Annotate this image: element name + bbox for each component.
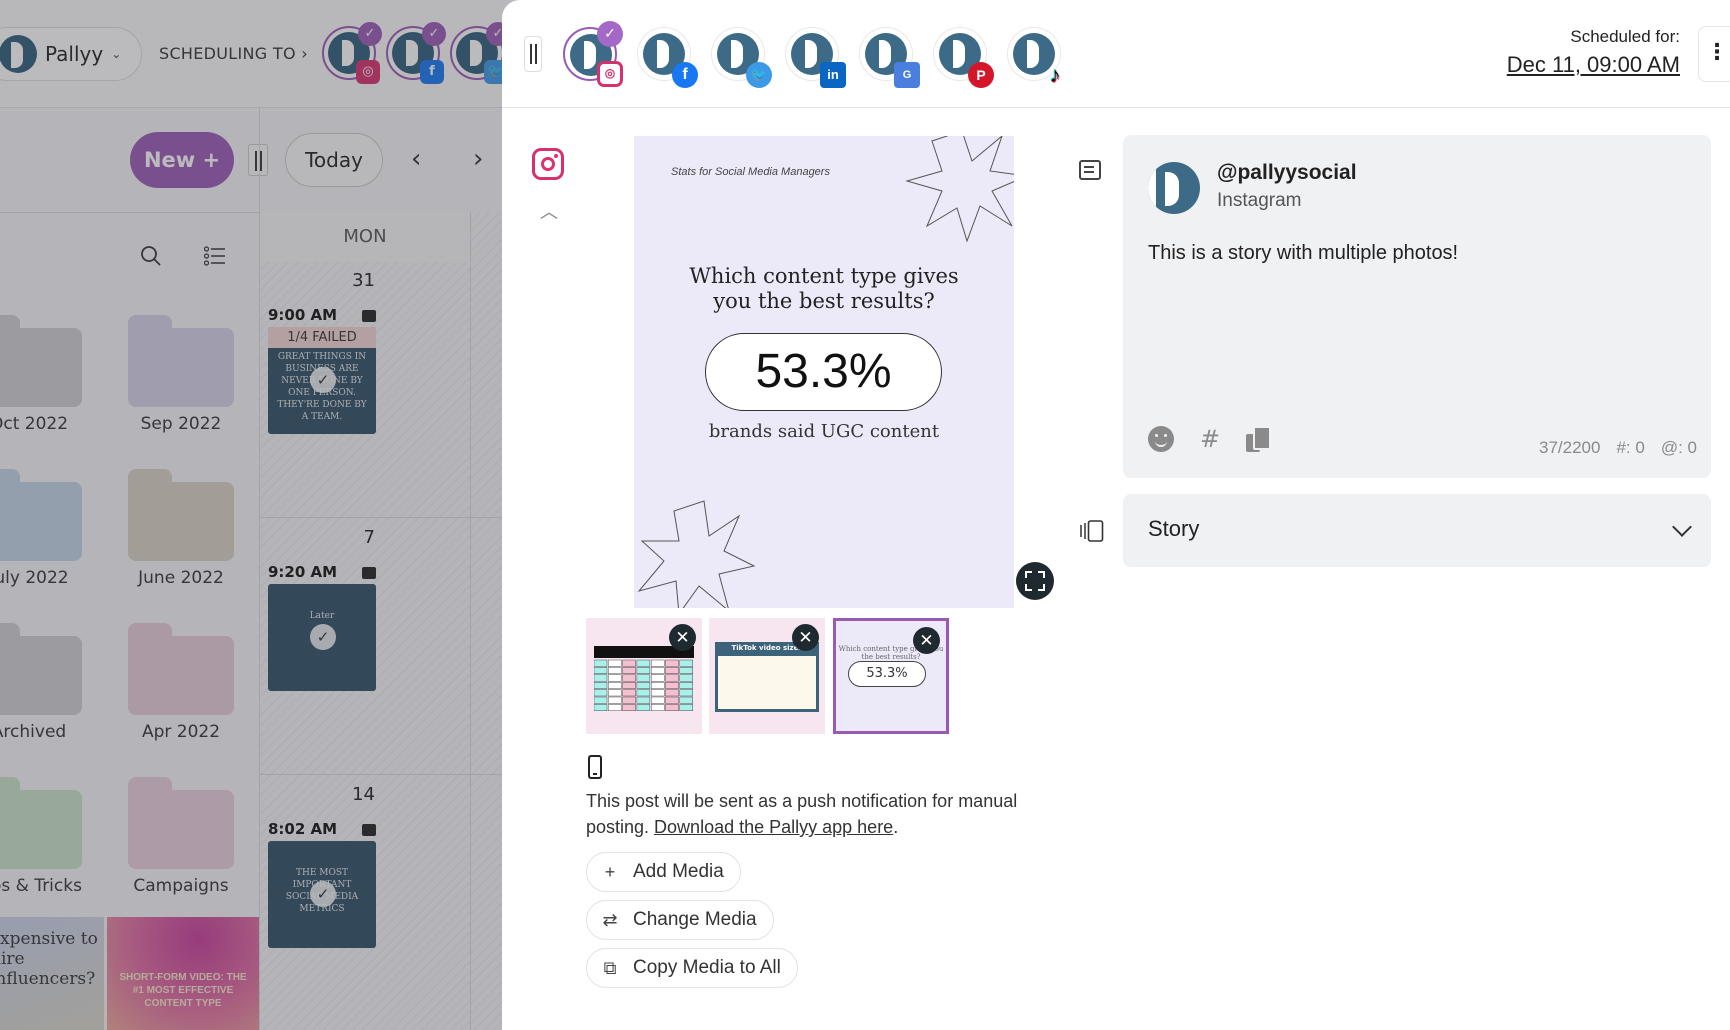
- hashtag-icon[interactable]: #: [1200, 425, 1220, 453]
- chevron-down-icon: [1672, 517, 1692, 537]
- account-facebook[interactable]: f: [637, 27, 698, 88]
- twitter-icon: 🐦: [746, 62, 772, 88]
- download-app-link[interactable]: Download the Pallyy app here: [654, 817, 893, 837]
- facebook-icon: f: [672, 62, 698, 88]
- emoji-icon[interactable]: [1148, 426, 1174, 452]
- tiktok-icon: ♪: [1049, 62, 1061, 87]
- resize-handle[interactable]: [524, 36, 542, 72]
- button-label: Change Media: [633, 909, 757, 930]
- caption-editor: @pallyysocial Instagram This is a story …: [1123, 135, 1711, 478]
- copy-media-to-all-button[interactable]: ⧉ Copy Media to All: [586, 948, 798, 988]
- button-label: Add Media: [633, 861, 724, 882]
- account-handle: @pallyysocial: [1217, 161, 1357, 184]
- media-preview: Stats for Social Media Managers Which co…: [634, 136, 1014, 608]
- caption-input[interactable]: This is a story with multiple photos!: [1148, 242, 1458, 265]
- caption-counts: 37/2200 #: 0 @: 0: [1539, 438, 1697, 458]
- check-icon: ✓: [597, 21, 623, 47]
- panel-header: ✓ ◎ f 🐦 in G P ♪ Scheduled for: Dec 11, 09:00 A…: [502, 0, 1730, 108]
- more-options-button[interactable]: ⋮: [1698, 26, 1730, 82]
- media-thumbnail-selected[interactable]: Which content type gives you the best re…: [833, 618, 949, 734]
- thumbnail-image: [594, 646, 694, 712]
- phone-icon: [588, 755, 602, 779]
- add-media-button[interactable]: + Add Media: [586, 852, 741, 892]
- media-thumbnail[interactable]: ✕: [586, 618, 702, 734]
- story-icon: [1080, 520, 1104, 542]
- preview-question-line: Which content type gives: [689, 264, 959, 288]
- fullscreen-button[interactable]: [1016, 562, 1054, 600]
- account-network: Instagram: [1217, 190, 1302, 211]
- change-media-button[interactable]: ⇄ Change Media: [586, 900, 774, 940]
- thumbnail-image: TikTok video sizes: [715, 642, 819, 712]
- starburst-decoration: [905, 136, 1014, 243]
- account-instagram[interactable]: ✓ ◎: [563, 21, 623, 87]
- button-label: Copy Media to All: [633, 957, 781, 978]
- plus-icon: +: [604, 861, 616, 882]
- remove-media-button[interactable]: ✕: [792, 624, 819, 651]
- starburst-decoration: [637, 500, 756, 608]
- char-count: 37/2200: [1539, 438, 1601, 457]
- preview-subtitle: brands said UGC content: [708, 421, 940, 442]
- thumbnail-stat: 53.3%: [848, 661, 926, 687]
- avatar: [1148, 162, 1200, 214]
- swap-icon: ⇄: [602, 909, 618, 930]
- account-linkedin[interactable]: in: [785, 27, 846, 88]
- comment-icon[interactable]: [1079, 160, 1101, 180]
- mention-count: @: 0: [1660, 438, 1697, 457]
- expand-icon: [1025, 571, 1045, 591]
- media-thumbnail[interactable]: TikTok video sizes ✕: [709, 618, 825, 734]
- preview-stat: 53.3%: [705, 333, 942, 411]
- preview-question-line: you the best results?: [713, 289, 935, 313]
- account-twitter[interactable]: 🐦: [711, 27, 772, 88]
- chevron-up-icon[interactable]: ︿: [540, 198, 558, 224]
- instagram-icon: ◎: [597, 61, 623, 87]
- scheduled-for-label: Scheduled for:: [1570, 27, 1680, 46]
- push-notification-note: This post will be sent as a push notific…: [586, 788, 1056, 840]
- account-google-business[interactable]: G: [859, 27, 920, 88]
- hashtag-count: #: 0: [1616, 438, 1645, 457]
- caption-toolbar: #: [1148, 425, 1272, 453]
- post-type-select[interactable]: Story: [1123, 494, 1711, 567]
- google-business-icon: G: [894, 62, 920, 88]
- post-type-value: Story: [1148, 516, 1200, 541]
- linkedin-icon: in: [820, 62, 846, 88]
- remove-media-button[interactable]: ✕: [913, 627, 940, 654]
- instagram-icon: [532, 148, 564, 180]
- preview-question: Which content type gives you the best re…: [634, 264, 1014, 314]
- copy-icon: ⧉: [603, 957, 617, 978]
- account-pinterest[interactable]: P: [933, 27, 994, 88]
- push-note-suffix: .: [893, 817, 899, 837]
- pinterest-icon: P: [968, 62, 994, 88]
- preview-kicker: Stats for Social Media Managers: [671, 166, 830, 178]
- account-tiktok[interactable]: ♪: [1007, 27, 1061, 87]
- scheduled-datetime[interactable]: Dec 11, 09:00 AM: [1507, 52, 1680, 78]
- post-editor-panel: ✓ ◎ f 🐦 in G P ♪ Scheduled for: Dec 11, 09:00 A…: [502, 0, 1730, 1030]
- remove-media-button[interactable]: ✕: [669, 624, 696, 651]
- copy-caption-icon[interactable]: [1246, 426, 1272, 452]
